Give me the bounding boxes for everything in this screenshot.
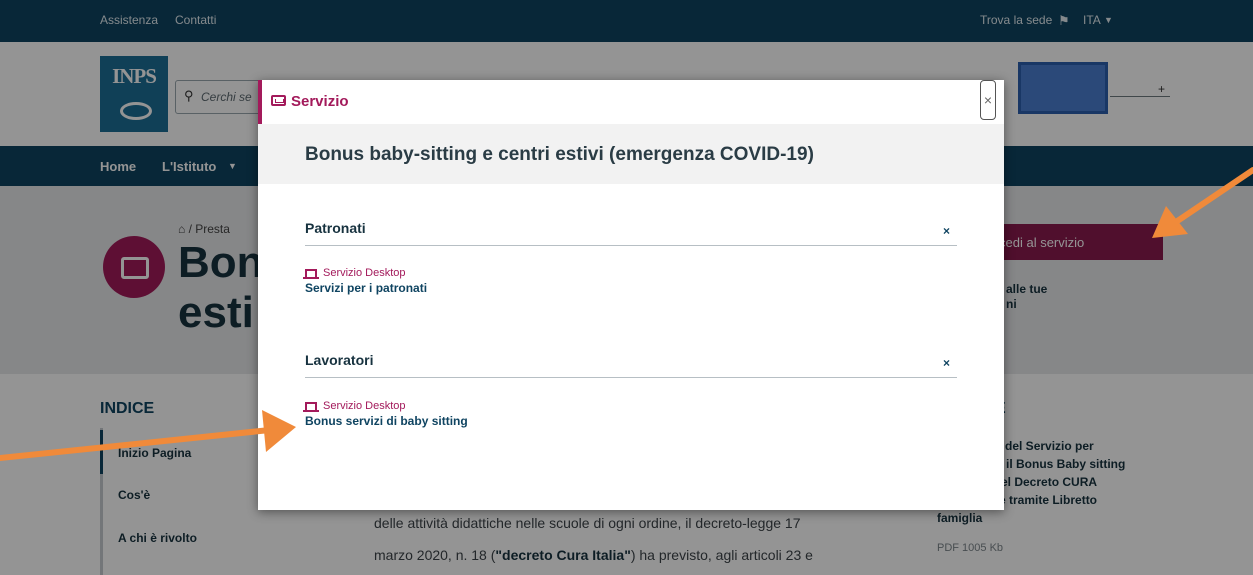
annotation-arrows: [0, 167, 1253, 461]
inps-page: Assistenza Contatti Trova la sede ⚑ ITA …: [0, 0, 1253, 575]
arrow-to-access-icon: [1152, 167, 1253, 238]
arrow-to-service-icon: [0, 410, 296, 461]
